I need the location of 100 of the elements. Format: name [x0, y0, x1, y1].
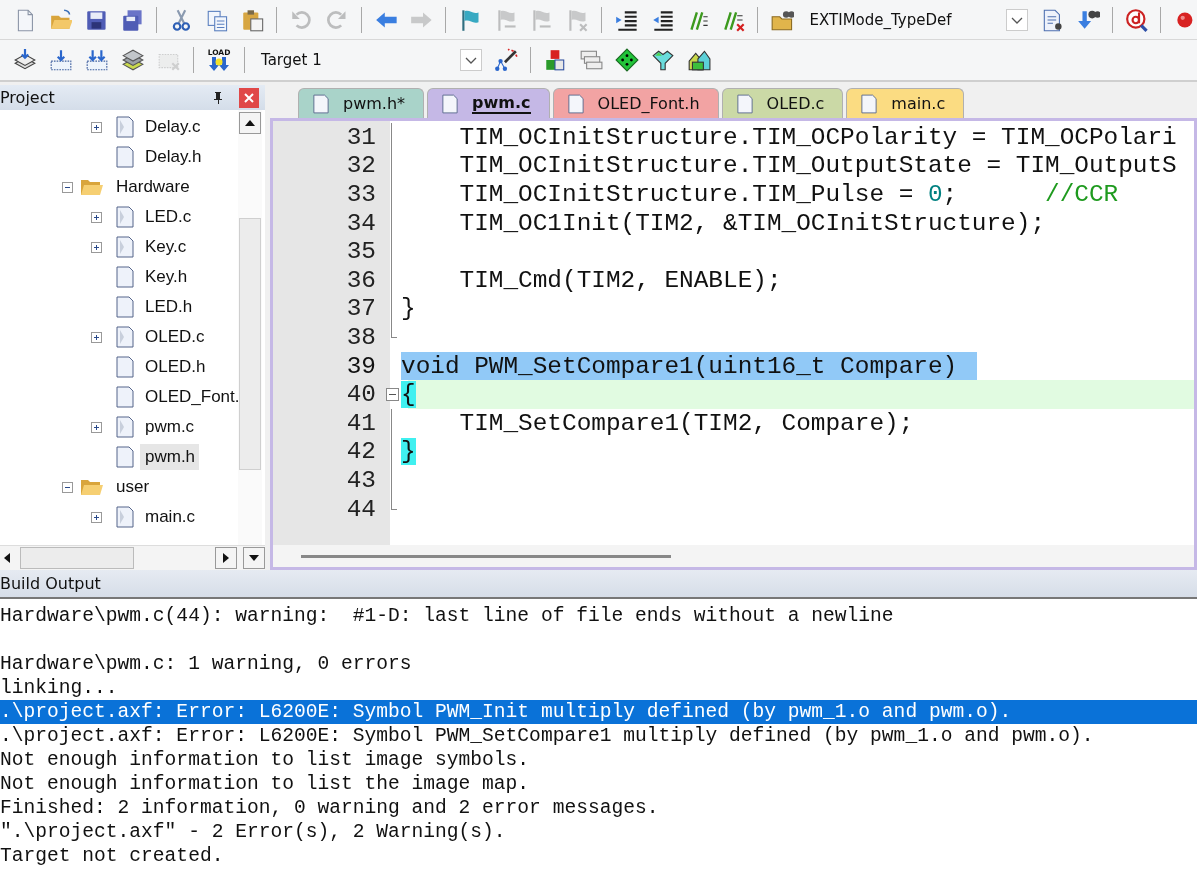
- code-line: }: [401, 294, 416, 324]
- tree-item[interactable]: OLED.h: [140, 354, 210, 380]
- close-icon[interactable]: [239, 87, 259, 108]
- dropdown-caret-icon[interactable]: [460, 49, 482, 71]
- expand-icon[interactable]: [91, 421, 102, 433]
- output-line[interactable]: Finished: 2 information, 0 warning and 2 error messages.: [0, 796, 1197, 820]
- paste-icon[interactable]: [240, 7, 265, 32]
- line-number: 42: [345, 438, 377, 466]
- save-all-icon[interactable]: [120, 7, 144, 32]
- output-line[interactable]: Hardware\pwm.c: 1 warning, 0 errors: [0, 652, 1197, 676]
- file-tab[interactable]: pwm.h*: [298, 88, 425, 118]
- tree-item[interactable]: Delay.h: [140, 144, 206, 170]
- output-line[interactable]: Not enough information to list the image map.: [0, 772, 1197, 796]
- horizontal-scrollbar[interactable]: [0, 545, 265, 570]
- build-stack-icon[interactable]: [13, 48, 37, 72]
- line-number: 40: [345, 381, 377, 409]
- expand-icon[interactable]: [91, 511, 102, 523]
- vertical-scrollbar[interactable]: [238, 110, 262, 545]
- file-icon: [736, 93, 753, 114]
- file-tab[interactable]: OLED_Font.h: [552, 88, 719, 118]
- scroll-right-icon[interactable]: [215, 547, 237, 569]
- file-tab[interactable]: OLED.c: [721, 88, 844, 118]
- line-number: 32: [345, 152, 377, 180]
- code-line: TIM_OCInitStructure.TIM_OutputState = TIM_OutputS: [458, 151, 1177, 181]
- code-line: TIM_OCInitStructure.TIM_OCPolarity = TIM_OCPolari: [458, 123, 1177, 152]
- line-number: 35: [345, 238, 377, 266]
- tree-item[interactable]: OLED_Font.: [140, 384, 238, 410]
- expand-icon[interactable]: [91, 211, 102, 223]
- packs-icon[interactable]: [687, 48, 711, 72]
- file-icon: [116, 356, 134, 378]
- file-tab[interactable]: pwm.c: [427, 88, 550, 118]
- file-icon: [116, 296, 134, 318]
- scroll-thumb[interactable]: [239, 218, 261, 470]
- source-file-icon: [116, 236, 134, 258]
- dropdown-field[interactable]: EXTIMode_TypeDef: [805, 4, 1029, 35]
- tree-item[interactable]: main.c: [140, 504, 200, 530]
- line-number: 43: [345, 466, 377, 494]
- tree-folder[interactable]: user: [111, 474, 154, 500]
- funnel-icon[interactable]: [651, 48, 675, 72]
- dropdown-field[interactable]: Target 1: [257, 45, 482, 75]
- expand-icon[interactable]: [91, 331, 102, 343]
- scroll-down-icon[interactable]: [243, 547, 265, 569]
- wand-icon[interactable]: [494, 48, 518, 72]
- output-line[interactable]: linking...: [0, 676, 1197, 700]
- rebuild-icon[interactable]: [85, 48, 109, 72]
- file-icon: [116, 266, 134, 288]
- collapse-icon[interactable]: [62, 181, 73, 193]
- tree-item[interactable]: Key.h: [140, 264, 192, 290]
- file-tab[interactable]: main.c: [846, 88, 965, 118]
- output-line[interactable]: ".\project.axf" - 2 Error(s), 2 Warning(s).: [0, 820, 1197, 844]
- source-file-icon: [116, 506, 134, 528]
- line-number: 41: [345, 409, 377, 437]
- windows-icon[interactable]: [579, 48, 603, 72]
- tree-item[interactable]: OLED.c: [140, 324, 209, 350]
- file-icon: [116, 446, 134, 468]
- code-line: TIM_SetCompare1(TIM2, Compare);: [458, 408, 914, 438]
- scroll-up-icon[interactable]: [239, 112, 261, 134]
- diamond-icon[interactable]: [615, 48, 639, 72]
- source-file-icon: [116, 206, 134, 228]
- pin-icon[interactable]: [212, 90, 224, 105]
- collapse-icon[interactable]: [62, 481, 73, 493]
- line-number: 38: [345, 323, 377, 351]
- code-line: TIM_OCInitStructure.TIM_Pulse = 0; //CCR: [458, 180, 1119, 209]
- blocks-icon[interactable]: [543, 48, 567, 72]
- output-line[interactable]: Target not created.: [0, 844, 1197, 868]
- output-line[interactable]: .\project.axf: Error: L6200E: Symbol PWM_SetCompare1 multiply defined (by pwm_1.o and pwm.o).: [0, 724, 1197, 748]
- expand-icon[interactable]: [91, 241, 102, 253]
- line-number: 31: [345, 123, 377, 151]
- line-number: 39: [345, 352, 377, 380]
- panel-title: Build Output: [0, 574, 101, 593]
- code-line: TIM_OC1Init(TIM2, &TIM_OCInitStructure);: [458, 208, 1046, 238]
- fold-icon[interactable]: [385, 388, 399, 402]
- tree-item[interactable]: pwm.c: [140, 414, 199, 440]
- scroll-thumb[interactable]: [20, 547, 134, 569]
- debug-icon[interactable]: [1124, 7, 1149, 32]
- layers-icon[interactable]: [121, 48, 145, 72]
- tree-folder[interactable]: Hardware: [111, 174, 194, 200]
- file-icon: [861, 93, 878, 114]
- tree-item[interactable]: pwm.h: [140, 444, 200, 470]
- output-line[interactable]: Hardware\pwm.c(44): warning: #1-D: last line of file ends without a newline: [0, 604, 1197, 628]
- tree-item[interactable]: Delay.c: [140, 114, 205, 140]
- file-icon: [567, 93, 584, 114]
- source-file-icon: [116, 116, 134, 138]
- build-icon[interactable]: [49, 48, 73, 72]
- tree-item[interactable]: LED.h: [140, 294, 197, 320]
- file-icon: [116, 386, 134, 408]
- expand-icon[interactable]: [91, 121, 102, 133]
- file-icon: [313, 93, 329, 114]
- scroll-thumb[interactable]: [301, 554, 671, 558]
- code-line: TIM_Cmd(TIM2, ENABLE);: [458, 265, 782, 295]
- tree-item[interactable]: Key.c: [140, 234, 191, 260]
- file-icon: [116, 146, 134, 168]
- folder-icon: [80, 177, 104, 197]
- line-number: 37: [345, 295, 377, 323]
- source-file-icon: [116, 326, 134, 348]
- folder-icon: [80, 477, 104, 497]
- output-line[interactable]: Not enough information to list image symbols.: [0, 748, 1197, 772]
- source-file-icon: [116, 416, 134, 438]
- tree-item[interactable]: LED.c: [140, 204, 196, 230]
- panel-title: Project: [0, 88, 55, 107]
